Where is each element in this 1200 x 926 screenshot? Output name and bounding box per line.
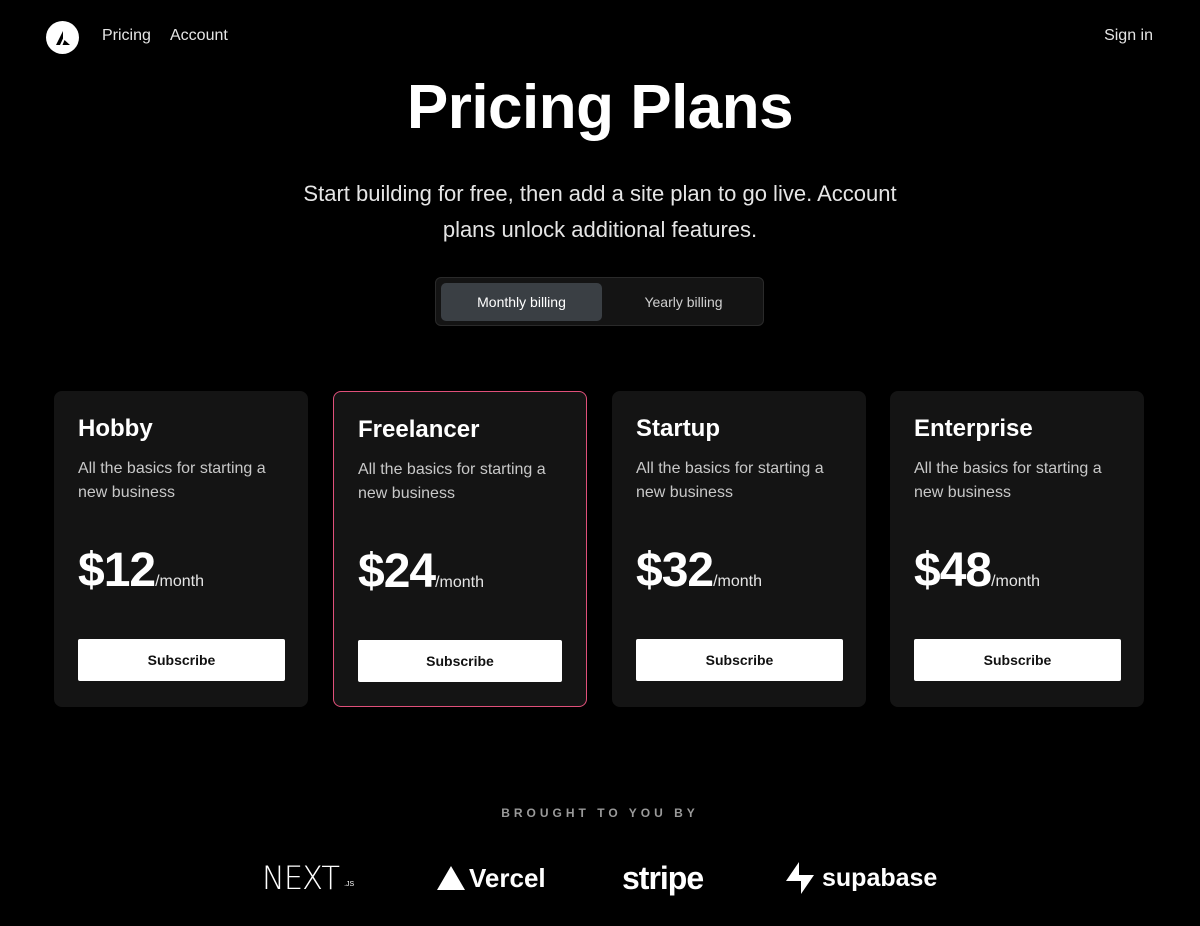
price-unit: /month <box>435 574 485 591</box>
monthly-billing-button[interactable]: Monthly billing <box>441 283 602 321</box>
plan-card-freelancer: Freelancer All the basics for starting a… <box>333 391 587 707</box>
plan-price: $32 /month <box>636 543 762 598</box>
plan-description: All the basics for starting a new busine… <box>914 460 1102 501</box>
price-amount: $32 <box>636 544 714 597</box>
plan-description: All the basics for starting a new busine… <box>78 460 266 501</box>
billing-toggle: Monthly billing Yearly billing <box>435 277 764 326</box>
plan-card-hobby: Hobby All the basics for starting a new … <box>54 391 308 707</box>
top-nav: Pricing Account Sign in <box>0 0 1200 76</box>
supabase-logo-link[interactable]: supabase <box>786 856 937 900</box>
logo-button[interactable] <box>46 21 79 54</box>
subscribe-button[interactable]: Subscribe <box>78 639 285 681</box>
plan-name: Startup <box>636 415 720 442</box>
nextjs-logo-icon: NEXT <box>262 859 340 897</box>
page-subtitle: Start building for free, then add a site… <box>303 181 897 242</box>
subscribe-button[interactable]: Subscribe <box>914 639 1121 681</box>
price-unit: /month <box>713 573 763 590</box>
supabase-bolt-icon <box>786 862 814 894</box>
stripe-logo-link[interactable]: stripe <box>622 856 704 900</box>
plan-name: Freelancer <box>358 416 480 443</box>
nav-link-account[interactable]: Account <box>170 27 228 45</box>
nextjs-suffix: .JS <box>344 881 355 888</box>
plan-price: $12 /month <box>78 543 204 598</box>
plan-description: All the basics for starting a new busine… <box>636 460 824 501</box>
triangle-logo-icon <box>55 30 70 45</box>
vercel-logo-link[interactable]: Vercel <box>437 856 546 900</box>
stripe-logo-icon: stripe <box>622 859 704 896</box>
vercel-triangle-icon <box>437 866 465 890</box>
supabase-logo-text: supabase <box>822 863 938 892</box>
subscribe-button[interactable]: Subscribe <box>358 640 562 682</box>
price-unit: /month <box>991 573 1041 590</box>
nav-link-pricing[interactable]: Pricing <box>102 27 151 45</box>
plan-card-startup: Startup All the basics for starting a ne… <box>612 391 866 707</box>
subscribe-button[interactable]: Subscribe <box>636 639 843 681</box>
sponsors-heading: BROUGHT TO YOU BY <box>501 806 699 820</box>
page-title: Pricing Plans <box>406 73 794 142</box>
sign-in-link[interactable]: Sign in <box>1104 27 1153 45</box>
plan-name: Hobby <box>78 415 153 442</box>
plan-price: $24 /month <box>358 544 484 599</box>
price-amount: $48 <box>914 544 992 597</box>
plan-name: Enterprise <box>914 415 1033 442</box>
nextjs-logo-link[interactable]: NEXT .JS <box>260 856 354 900</box>
price-amount: $12 <box>78 544 156 597</box>
plan-description: All the basics for starting a new busine… <box>358 461 546 502</box>
plan-price: $48 /month <box>914 543 1040 598</box>
price-amount: $24 <box>358 545 436 598</box>
plan-card-enterprise: Enterprise All the basics for starting a… <box>890 391 1144 707</box>
yearly-billing-button[interactable]: Yearly billing <box>603 283 764 321</box>
price-unit: /month <box>155 573 205 590</box>
vercel-logo-text: Vercel <box>469 862 546 893</box>
